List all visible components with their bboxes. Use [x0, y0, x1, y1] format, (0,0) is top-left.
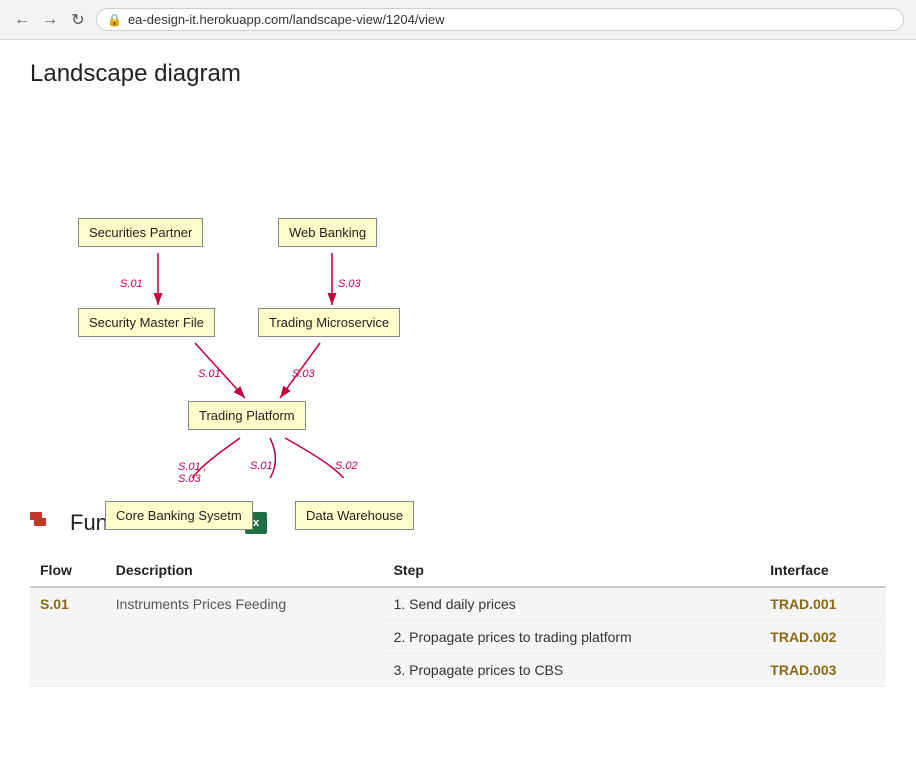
lock-icon: 🔒	[107, 13, 122, 27]
flows-table: Flow Description Step Interface S.01Inst…	[30, 554, 886, 687]
table-row: S.01Instruments Prices Feeding1. Send da…	[30, 587, 886, 621]
arrow-label-sp-smf: S.01	[120, 278, 143, 290]
col-step: Step	[384, 554, 761, 587]
arrow-label-tp-tp2: S.01	[250, 460, 273, 472]
flow-interface-cell: TRAD.001	[760, 587, 886, 621]
box-web-banking[interactable]: Web Banking	[278, 218, 377, 247]
arrow-label-tp-cbs: S.01 , S.03	[178, 461, 207, 485]
table-header-row: Flow Description Step Interface	[30, 554, 886, 587]
flow-step-cell: 1. Send daily prices	[384, 587, 761, 621]
flows-tool-icon	[30, 508, 60, 538]
arrow-label-tm-tp: S.03	[292, 368, 315, 380]
col-description: Description	[106, 554, 384, 587]
box-core-banking-system[interactable]: Core Banking Sysetm	[105, 501, 253, 530]
arrow-label-tp-dw: S.02	[335, 460, 358, 472]
flow-interface-cell: TRAD.003	[760, 654, 886, 687]
box-security-master-file[interactable]: Security Master File	[78, 308, 215, 337]
box-trading-platform[interactable]: Trading Platform	[188, 401, 306, 430]
url-bar[interactable]: 🔒 ea-design-it.herokuapp.com/landscape-v…	[96, 8, 904, 31]
col-flow: Flow	[30, 554, 106, 587]
page-title: Landscape diagram	[30, 60, 886, 88]
flow-step-cell: 2. Propagate prices to trading platform	[384, 621, 761, 654]
box-data-warehouse[interactable]: Data Warehouse	[295, 501, 414, 530]
reload-button[interactable]: ↻	[68, 10, 88, 30]
url-text: ea-design-it.herokuapp.com/landscape-vie…	[128, 12, 445, 27]
arrow-label-smf-tp: S.01	[198, 368, 221, 380]
box-trading-microservice[interactable]: Trading Microservice	[258, 308, 400, 337]
flow-description-cell: Instruments Prices Feeding	[106, 587, 384, 687]
page-content: Landscape diagram Securit	[0, 40, 916, 707]
flow-interface-cell: TRAD.002	[760, 621, 886, 654]
col-interface: Interface	[760, 554, 886, 587]
flow-step-cell: 3. Propagate prices to CBS	[384, 654, 761, 687]
back-button[interactable]: ←	[12, 10, 32, 30]
browser-chrome: ← → ↻ 🔒 ea-design-it.herokuapp.com/lands…	[0, 0, 916, 40]
arrow-label-wb-tm: S.03	[338, 278, 361, 290]
flow-id-cell: S.01	[30, 587, 106, 687]
forward-button[interactable]: →	[40, 10, 60, 30]
box-securities-partner[interactable]: Securities Partner	[78, 218, 203, 247]
landscape-diagram: Securities Partner Web Banking Security …	[30, 108, 480, 478]
